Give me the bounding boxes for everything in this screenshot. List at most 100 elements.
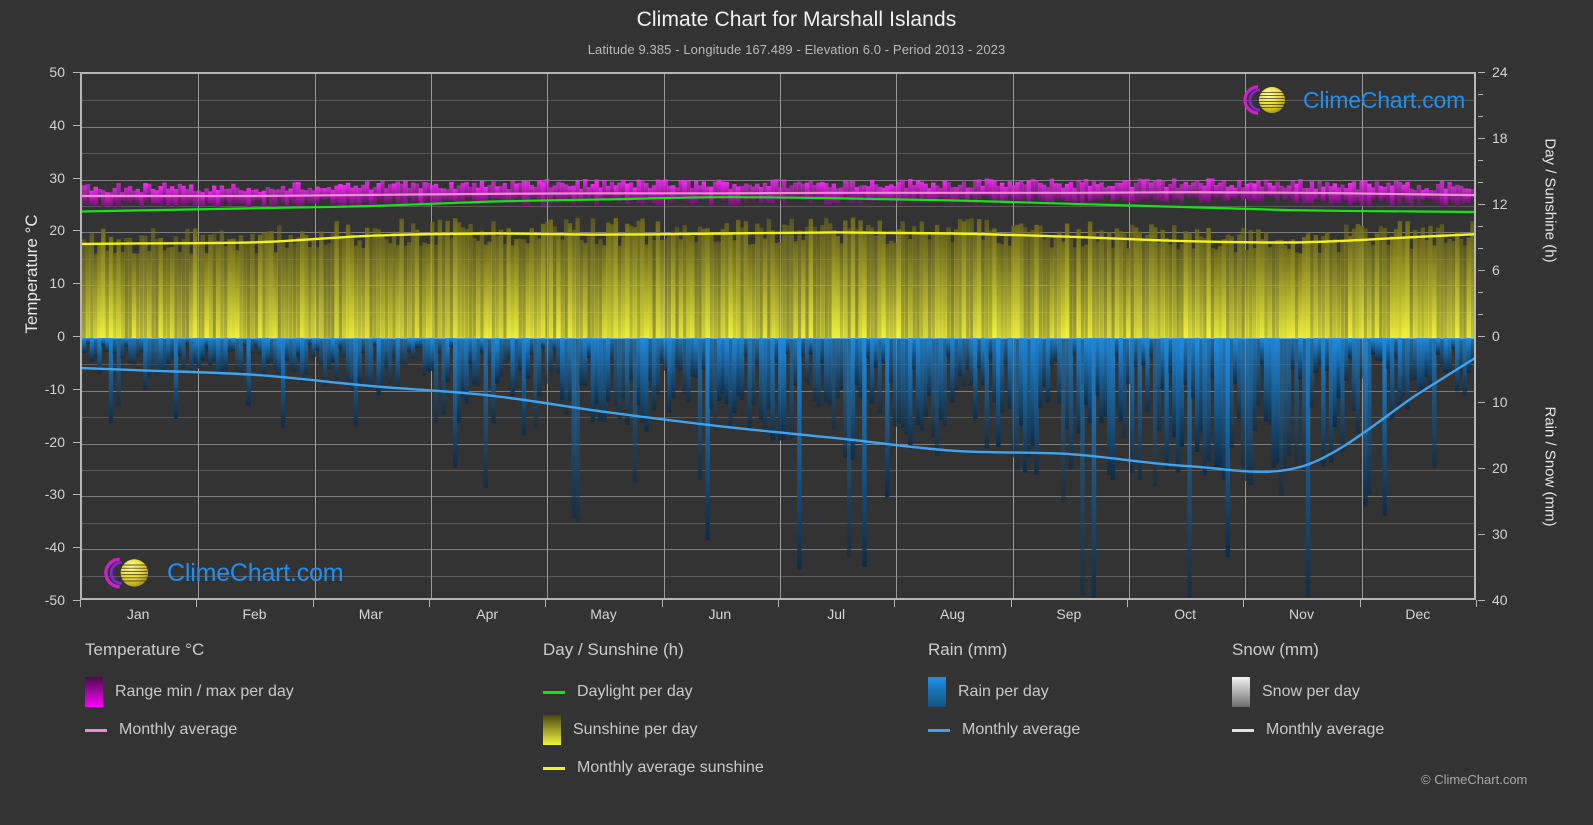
- rain-day-bar: [288, 338, 293, 370]
- sunshine-day-bar: [147, 250, 152, 338]
- sunshine-day-bar: [208, 234, 213, 338]
- x-axis-tick: [429, 600, 430, 607]
- sunshine-day-bar: [693, 242, 699, 338]
- sunshine-day-bar: [563, 219, 569, 338]
- legend-item[interactable]: Monthly average: [84, 711, 294, 749]
- sunshine-day-bar: [854, 228, 859, 338]
- temperature-range-day-bar: [345, 182, 351, 202]
- sunshine-day-bar: [743, 221, 749, 338]
- legend-item[interactable]: Range min / max per day: [85, 673, 294, 711]
- sunshine-day-bar: [1259, 239, 1265, 338]
- rain-day-bar: [158, 338, 163, 374]
- rain-day-bar: [667, 338, 672, 413]
- legend-item[interactable]: Snow per day: [1232, 673, 1384, 711]
- sunshine-day-bar: [850, 217, 856, 338]
- rain-day-bar: [257, 338, 263, 354]
- sunshine-day-bar: [426, 244, 431, 338]
- sunshine-day-bar: [927, 239, 932, 338]
- rain-day-bar: [169, 338, 175, 358]
- sunshine-day-bar: [709, 232, 714, 338]
- y-axis-right-minor-tick: [1478, 116, 1483, 117]
- sunshine-day-bar: [422, 242, 427, 338]
- rain-day-bar: [269, 338, 274, 363]
- sunshine-day-bar: [158, 238, 163, 338]
- sunshine-day-bar: [246, 241, 251, 338]
- temperature-range-day-bar: [349, 187, 355, 207]
- y-axis-left-tick: [73, 177, 80, 179]
- rain-day-bar: [277, 338, 282, 378]
- sunshine-day-bar: [372, 227, 378, 338]
- sunshine-day-bar: [900, 221, 905, 338]
- sunshine-day-bar: [1057, 231, 1062, 338]
- rain-day-bar: [1038, 338, 1043, 409]
- sunshine-day-bar: [1053, 236, 1058, 338]
- legend-item[interactable]: Monthly average sunshine: [542, 749, 764, 787]
- temperature-range-day-bar: [426, 182, 431, 199]
- temperature-range-day-bar: [1237, 180, 1242, 197]
- rain-day-bar: [1099, 338, 1104, 424]
- temperature-range-day-bar: [1279, 185, 1284, 197]
- rain-day-bar: [326, 338, 332, 370]
- legend-item[interactable]: Daylight per day: [542, 673, 764, 711]
- legend-item[interactable]: Monthly average: [927, 711, 1080, 749]
- sunshine-day-bar: [1240, 227, 1246, 338]
- rain-day-bar: [1168, 338, 1173, 373]
- rain-day-bar: [621, 338, 626, 399]
- y-axis-left-tick-label: -40: [44, 539, 65, 556]
- temperature-range-day-bar: [495, 186, 500, 200]
- sunshine-day-bar: [1378, 225, 1383, 338]
- sunshine-day-bar: [1210, 248, 1215, 338]
- rain-day-bar: [502, 338, 508, 365]
- sunshine-day-bar: [831, 230, 837, 338]
- legend-item[interactable]: Monthly average: [1231, 711, 1384, 749]
- rain-day-bar: [923, 338, 928, 418]
- sunshine-day-bar: [506, 228, 511, 338]
- sunshine-day-bar: [437, 219, 443, 338]
- sunshine-day-bar: [479, 230, 485, 338]
- sunshine-day-bar: [908, 239, 913, 338]
- rain-day-bar: [854, 338, 859, 385]
- rain-day-bar: [1332, 338, 1338, 428]
- sunshine-day-bar: [185, 228, 190, 338]
- sunshine-day-bar: [1003, 235, 1009, 338]
- rain-day-bar: [384, 338, 389, 368]
- sunshine-day-bar: [361, 248, 366, 338]
- rain-day-bar: [254, 338, 259, 348]
- rain-day-bar: [1049, 338, 1055, 366]
- sunshine-day-bar: [579, 239, 584, 338]
- rain-day-bar: [1191, 338, 1196, 399]
- rain-day-bar: [1237, 338, 1242, 420]
- rain-day-bar: [1202, 338, 1208, 476]
- temperature-range-day-bar: [196, 190, 202, 207]
- y-axis-left-tick: [73, 283, 80, 285]
- temperature-range-day-bar: [766, 185, 772, 203]
- temperature-range-day-bar: [1149, 182, 1154, 197]
- legend-item[interactable]: Sunshine per day: [543, 711, 764, 749]
- rain-day-bar: [812, 338, 817, 401]
- sunshine-day-bar: [1214, 249, 1219, 338]
- sunshine-day-bar: [934, 225, 940, 338]
- legend-item[interactable]: Rain per day: [928, 673, 1080, 711]
- rain-day-bar: [1183, 338, 1188, 385]
- temperature-range-day-bar: [862, 185, 867, 198]
- rain-day-bar: [992, 338, 997, 403]
- rain-day-bar: [219, 338, 225, 372]
- temperature-range-day-bar: [319, 188, 324, 200]
- sunshine-day-bar: [464, 229, 469, 338]
- sunshine-day-bar: [736, 219, 741, 338]
- rain-day-bar: [315, 338, 320, 351]
- sunshine-day-bar: [495, 236, 500, 338]
- sunshine-day-bar: [1068, 237, 1074, 338]
- sunshine-day-bar: [1221, 239, 1227, 338]
- sunshine-day-bar: [980, 239, 986, 338]
- rain-day-bar: [200, 338, 205, 361]
- rain-day-bar: [713, 338, 718, 431]
- rain-day-bar: [108, 338, 114, 424]
- rain-day-bar: [1248, 338, 1253, 486]
- sunshine-day-bar: [609, 224, 615, 338]
- temperature-range-day-bar: [942, 180, 947, 200]
- sunshine-day-bar: [1305, 233, 1311, 338]
- rain-day-bar: [112, 338, 118, 354]
- rain-day-bar: [1041, 338, 1047, 387]
- rain-day-bar: [1294, 338, 1299, 465]
